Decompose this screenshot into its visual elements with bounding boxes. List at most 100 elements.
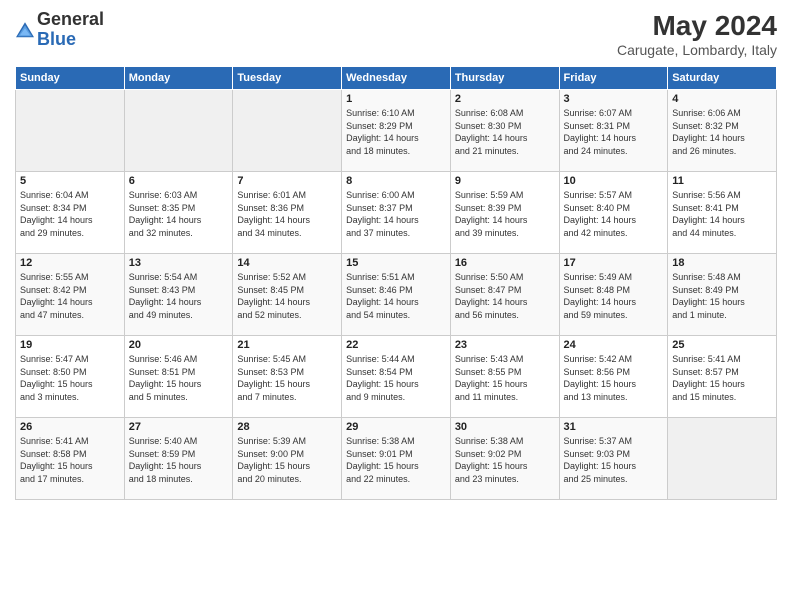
header-sunday: Sunday: [16, 67, 125, 90]
day-number: 22: [346, 339, 446, 351]
day-number: 17: [564, 257, 664, 269]
day-cell: 21 Sunrise: 5:45 AMSunset: 8:53 PMDayligh…: [233, 336, 342, 418]
day-info: Sunrise: 5:38 AMSunset: 9:01 PMDaylight:…: [346, 435, 446, 485]
day-number: 10: [564, 175, 664, 187]
day-info: Sunrise: 6:10 AMSunset: 8:29 PMDaylight:…: [346, 107, 446, 157]
day-cell: 17 Sunrise: 5:49 AMSunset: 8:48 PMDayligh…: [559, 254, 668, 336]
day-cell: 24 Sunrise: 5:42 AMSunset: 8:56 PMDayligh…: [559, 336, 668, 418]
day-cell: 25 Sunrise: 5:41 AMSunset: 8:57 PMDayligh…: [668, 336, 777, 418]
day-number: 12: [20, 257, 120, 269]
day-info: Sunrise: 6:04 AMSunset: 8:34 PMDaylight:…: [20, 189, 120, 239]
day-cell: 28Sunrise: 5:39 AMSunset: 9:00 PMDayligh…: [233, 418, 342, 500]
day-cell: [16, 90, 125, 172]
day-cell: 15Sunrise: 5:51 AMSunset: 8:46 PMDayligh…: [342, 254, 451, 336]
week-row-5: 26 Sunrise: 5:41 AMSunset: 8:58 PMDayligh…: [16, 418, 777, 500]
day-cell: 5 Sunrise: 6:04 AMSunset: 8:34 PMDaylight…: [16, 172, 125, 254]
day-number: 26: [20, 421, 120, 433]
header-monday: Monday: [124, 67, 233, 90]
day-cell: 26 Sunrise: 5:41 AMSunset: 8:58 PMDayligh…: [16, 418, 125, 500]
title-block: May 2024 Carugate, Lombardy, Italy: [617, 10, 777, 58]
day-info: Sunrise: 5:45 AMSunset: 8:53 PMDaylight:…: [237, 353, 337, 403]
day-number: 25: [672, 339, 772, 351]
day-number: 29: [346, 421, 446, 433]
week-row-4: 19 Sunrise: 5:47 AMSunset: 8:50 PMDayligh…: [16, 336, 777, 418]
day-number: 23: [455, 339, 555, 351]
header-wednesday: Wednesday: [342, 67, 451, 90]
day-number: 16: [455, 257, 555, 269]
day-info: Sunrise: 6:06 AMSunset: 8:32 PMDaylight:…: [672, 107, 772, 157]
day-info: Sunrise: 5:37 AMSunset: 9:03 PMDaylight:…: [564, 435, 664, 485]
day-number: 21: [237, 339, 337, 351]
day-number: 5: [20, 175, 120, 187]
day-cell: 20 Sunrise: 5:46 AMSunset: 8:51 PMDayligh…: [124, 336, 233, 418]
day-cell: 22Sunrise: 5:44 AMSunset: 8:54 PMDayligh…: [342, 336, 451, 418]
day-info: Sunrise: 6:08 AMSunset: 8:30 PMDaylight:…: [455, 107, 555, 157]
day-cell: 31 Sunrise: 5:37 AMSunset: 9:03 PMDayligh…: [559, 418, 668, 500]
day-number: 13: [129, 257, 229, 269]
logo-text: General Blue: [37, 10, 104, 50]
header-saturday: Saturday: [668, 67, 777, 90]
day-number: 30: [455, 421, 555, 433]
calendar-table: Sunday Monday Tuesday Wednesday Thursday…: [15, 66, 777, 500]
day-cell: 23 Sunrise: 5:43 AMSunset: 8:55 PMDayligh…: [450, 336, 559, 418]
week-row-1: 1Sunrise: 6:10 AMSunset: 8:29 PMDaylight…: [16, 90, 777, 172]
day-info: Sunrise: 5:46 AMSunset: 8:51 PMDaylight:…: [129, 353, 229, 403]
logo-line2: Blue: [37, 30, 104, 50]
day-cell: 19 Sunrise: 5:47 AMSunset: 8:50 PMDayligh…: [16, 336, 125, 418]
day-number: 14: [237, 257, 337, 269]
day-cell: 30Sunrise: 5:38 AMSunset: 9:02 PMDayligh…: [450, 418, 559, 500]
day-info: Sunrise: 5:52 AMSunset: 8:45 PMDaylight:…: [237, 271, 337, 321]
day-info: Sunrise: 5:55 AMSunset: 8:42 PMDaylight:…: [20, 271, 120, 321]
day-number: 24: [564, 339, 664, 351]
day-info: Sunrise: 5:59 AMSunset: 8:39 PMDaylight:…: [455, 189, 555, 239]
day-cell: 8Sunrise: 6:00 AMSunset: 8:37 PMDaylight…: [342, 172, 451, 254]
day-cell: 2Sunrise: 6:08 AMSunset: 8:30 PMDaylight…: [450, 90, 559, 172]
day-info: Sunrise: 5:54 AMSunset: 8:43 PMDaylight:…: [129, 271, 229, 321]
day-info: Sunrise: 6:03 AMSunset: 8:35 PMDaylight:…: [129, 189, 229, 239]
day-cell: 18Sunrise: 5:48 AMSunset: 8:49 PMDayligh…: [668, 254, 777, 336]
day-info: Sunrise: 5:49 AMSunset: 8:48 PMDaylight:…: [564, 271, 664, 321]
location: Carugate, Lombardy, Italy: [617, 42, 777, 58]
day-number: 6: [129, 175, 229, 187]
day-cell: 1Sunrise: 6:10 AMSunset: 8:29 PMDaylight…: [342, 90, 451, 172]
day-info: Sunrise: 6:00 AMSunset: 8:37 PMDaylight:…: [346, 189, 446, 239]
day-info: Sunrise: 5:57 AMSunset: 8:40 PMDaylight:…: [564, 189, 664, 239]
day-cell: 29 Sunrise: 5:38 AMSunset: 9:01 PMDayligh…: [342, 418, 451, 500]
day-info: Sunrise: 5:40 AMSunset: 8:59 PMDaylight:…: [129, 435, 229, 485]
page: General Blue May 2024 Carugate, Lombardy…: [0, 0, 792, 612]
day-number: 31: [564, 421, 664, 433]
day-cell: [124, 90, 233, 172]
day-info: Sunrise: 5:50 AMSunset: 8:47 PMDaylight:…: [455, 271, 555, 321]
weekday-header-row: Sunday Monday Tuesday Wednesday Thursday…: [16, 67, 777, 90]
day-cell: 13 Sunrise: 5:54 AMSunset: 8:43 PMDayligh…: [124, 254, 233, 336]
day-info: Sunrise: 5:42 AMSunset: 8:56 PMDaylight:…: [564, 353, 664, 403]
day-number: 27: [129, 421, 229, 433]
day-info: Sunrise: 6:01 AMSunset: 8:36 PMDaylight:…: [237, 189, 337, 239]
day-cell: 4 Sunrise: 6:06 AMSunset: 8:32 PMDaylight…: [668, 90, 777, 172]
header-thursday: Thursday: [450, 67, 559, 90]
day-info: Sunrise: 5:41 AMSunset: 8:58 PMDaylight:…: [20, 435, 120, 485]
day-cell: [233, 90, 342, 172]
day-cell: 6 Sunrise: 6:03 AMSunset: 8:35 PMDaylight…: [124, 172, 233, 254]
logo: General Blue: [15, 10, 104, 50]
day-number: 20: [129, 339, 229, 351]
day-info: Sunrise: 5:41 AMSunset: 8:57 PMDaylight:…: [672, 353, 772, 403]
day-number: 3: [564, 93, 664, 105]
day-number: 9: [455, 175, 555, 187]
day-number: 19: [20, 339, 120, 351]
day-cell: 7 Sunrise: 6:01 AMSunset: 8:36 PMDaylight…: [233, 172, 342, 254]
day-number: 18: [672, 257, 772, 269]
day-info: Sunrise: 5:51 AMSunset: 8:46 PMDaylight:…: [346, 271, 446, 321]
day-number: 4: [672, 93, 772, 105]
day-number: 11: [672, 175, 772, 187]
day-info: Sunrise: 5:47 AMSunset: 8:50 PMDaylight:…: [20, 353, 120, 403]
day-info: Sunrise: 5:43 AMSunset: 8:55 PMDaylight:…: [455, 353, 555, 403]
day-cell: 16 Sunrise: 5:50 AMSunset: 8:47 PMDayligh…: [450, 254, 559, 336]
day-number: 7: [237, 175, 337, 187]
logo-line1: General: [37, 10, 104, 30]
day-cell: 11Sunrise: 5:56 AMSunset: 8:41 PMDayligh…: [668, 172, 777, 254]
day-cell: 27 Sunrise: 5:40 AMSunset: 8:59 PMDayligh…: [124, 418, 233, 500]
day-cell: 14 Sunrise: 5:52 AMSunset: 8:45 PMDayligh…: [233, 254, 342, 336]
week-row-2: 5 Sunrise: 6:04 AMSunset: 8:34 PMDaylight…: [16, 172, 777, 254]
logo-icon: [15, 20, 35, 40]
